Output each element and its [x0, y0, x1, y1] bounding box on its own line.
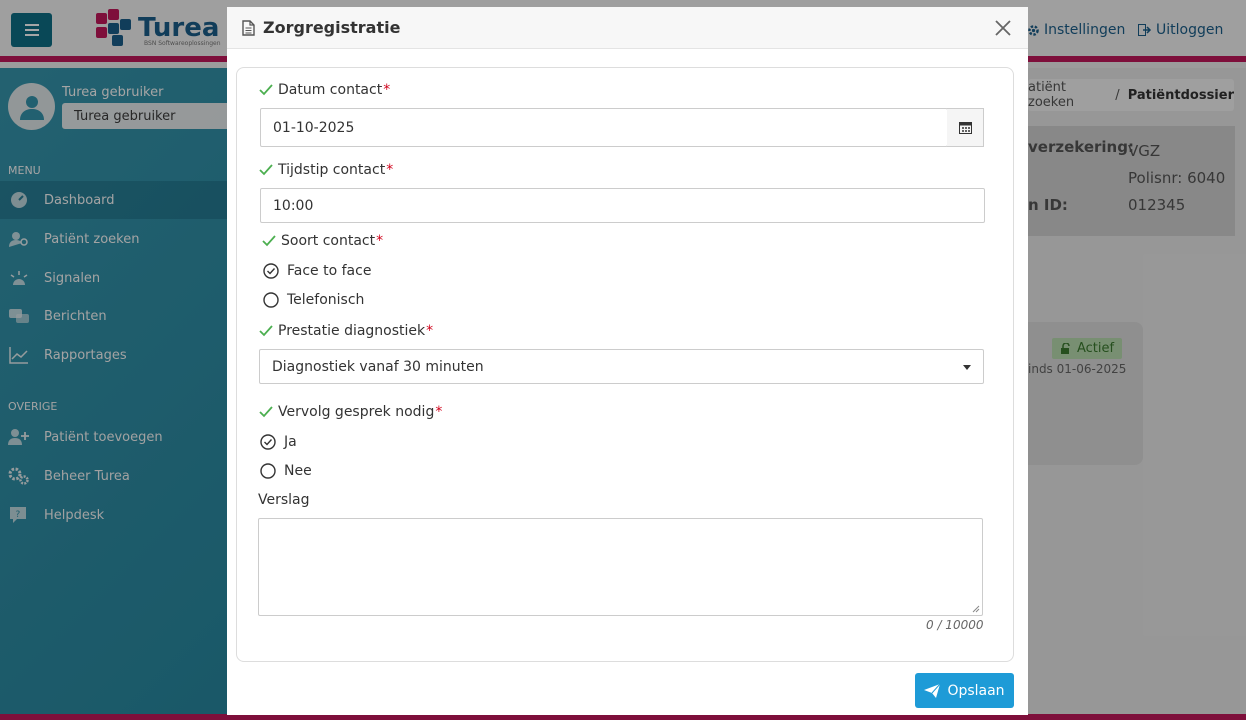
followup-option-label: Ja: [284, 434, 297, 450]
followup-field-label: Vervolg gesprek nodig *: [259, 404, 442, 420]
modal-title: Zorgregistratie: [263, 18, 401, 37]
time-label-text: Tijdstip contact: [278, 162, 386, 178]
radio-unchecked-icon: [260, 463, 276, 479]
save-button[interactable]: Opslaan: [915, 673, 1014, 708]
character-counter: 0 / 10000: [926, 618, 984, 632]
contact-type-phone-radio[interactable]: Telefonisch: [263, 292, 364, 308]
date-label-text: Datum contact: [278, 82, 383, 98]
time-input[interactable]: 10:00: [260, 188, 985, 223]
report-textarea[interactable]: [258, 518, 983, 616]
diagnostic-select[interactable]: Diagnostiek vanaf 30 minuten: [259, 349, 984, 384]
close-icon: [995, 20, 1011, 36]
followup-yes-radio[interactable]: Ja: [260, 434, 297, 450]
save-button-label: Opslaan: [947, 682, 1005, 699]
care-registration-modal: Zorgregistratie Datum contact * 01-10-202…: [227, 7, 1028, 715]
required-marker: *: [386, 162, 394, 178]
time-field-label: Tijdstip contact *: [259, 162, 393, 178]
registration-form: Datum contact * 01-10-2025 Tijdstip conta…: [236, 67, 1014, 662]
followup-label-text: Vervolg gesprek nodig: [278, 404, 435, 420]
report-field-label: Verslag: [258, 492, 310, 508]
check-icon: [259, 406, 273, 418]
check-icon: [259, 84, 273, 96]
document-icon: [242, 19, 255, 36]
calendar-button[interactable]: [947, 108, 984, 147]
radio-checked-icon: [263, 263, 279, 279]
required-marker: *: [376, 233, 384, 249]
check-icon: [262, 235, 276, 247]
diagnostic-label-text: Prestatie diagnostiek: [278, 323, 426, 339]
contact-type-face-to-face-radio[interactable]: Face to face: [263, 263, 371, 279]
contact-type-option-label: Telefonisch: [287, 292, 365, 308]
date-input[interactable]: 01-10-2025: [260, 108, 948, 147]
required-marker: *: [426, 323, 434, 339]
calendar-icon: [958, 122, 972, 134]
resize-handle-icon[interactable]: [972, 605, 980, 613]
required-marker: *: [435, 404, 443, 420]
radio-checked-icon: [260, 434, 276, 450]
required-marker: *: [383, 82, 391, 98]
contact-type-label: Soort contact *: [262, 233, 383, 249]
followup-no-radio[interactable]: Nee: [260, 463, 312, 479]
check-icon: [259, 325, 273, 337]
contact-type-option-label: Face to face: [287, 263, 372, 279]
followup-option-label: Nee: [284, 463, 312, 479]
modal-header: Zorgregistratie: [227, 7, 1028, 49]
radio-unchecked-icon: [263, 292, 279, 308]
date-field-label: Datum contact *: [259, 82, 390, 98]
close-button[interactable]: [992, 17, 1014, 39]
diagnostic-field-label: Prestatie diagnostiek *: [259, 323, 433, 339]
check-icon: [259, 164, 273, 176]
contact-type-label-text: Soort contact: [281, 233, 376, 249]
caret-down-icon: [963, 365, 971, 370]
paper-plane-icon: [924, 683, 941, 698]
diagnostic-select-value: Diagnostiek vanaf 30 minuten: [272, 358, 484, 375]
